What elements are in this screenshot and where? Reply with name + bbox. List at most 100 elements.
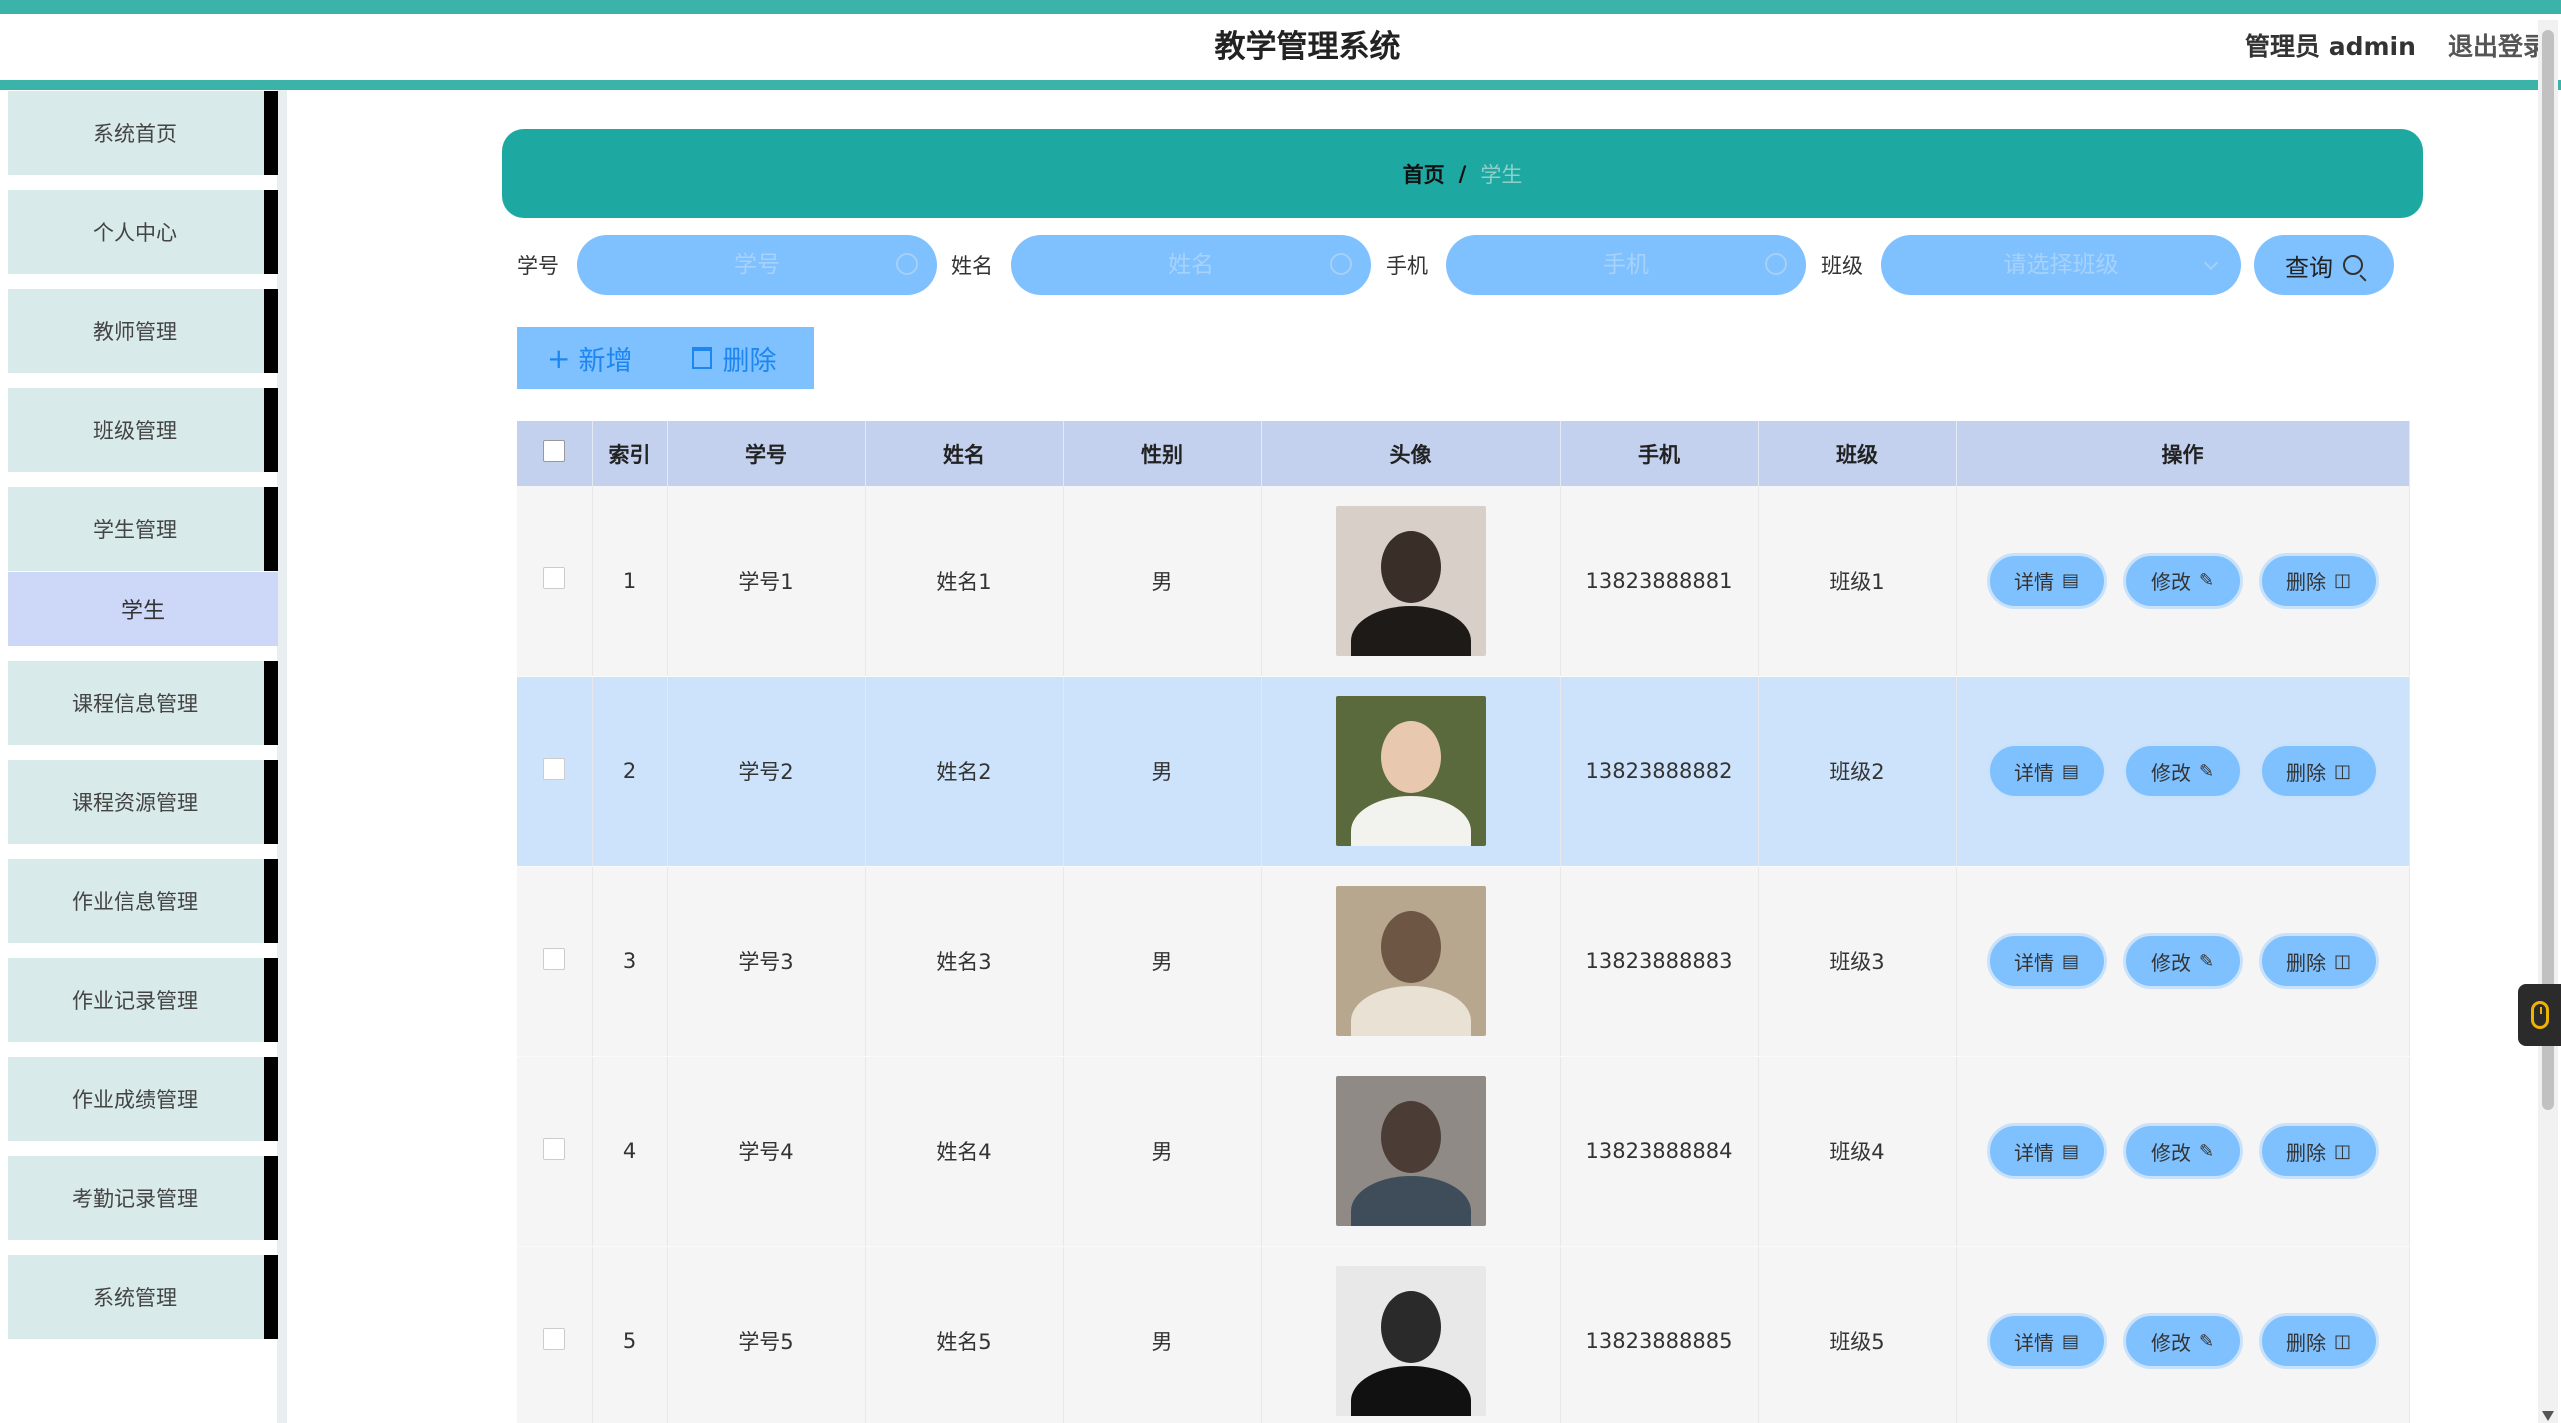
sidebar-item-label: 教师管理 <box>93 320 177 344</box>
cell-actions: 详情 ▤ 修改 ✎ 删除 ◫ <box>1956 866 2410 1057</box>
detail-button[interactable]: 详情 ▤ <box>1986 552 2107 609</box>
table-row[interactable]: 4 学号4 姓名4 男 13823888884 班级4 详情 ▤ 修改 ✎ 删除 ◫ <box>517 1056 2410 1247</box>
sidebar-item-label: 学生管理 <box>93 518 177 542</box>
column-header: 姓名 <box>865 421 1064 486</box>
avatar-body <box>1350 605 1471 656</box>
sidebar-item-course-resources[interactable]: 课程资源管理 <box>8 760 278 844</box>
admin-user-label: 管理员 admin <box>2245 32 2416 61</box>
page-scrollbar[interactable] <box>2538 20 2558 1423</box>
floating-widget[interactable] <box>2518 984 2561 1046</box>
scroll-down-arrow-icon[interactable] <box>2542 1411 2554 1421</box>
cell-index: 5 <box>592 1246 668 1423</box>
sidebar-item-teachers[interactable]: 教师管理 <box>8 289 278 373</box>
breadcrumb: 首页 / 学生 <box>502 129 2423 218</box>
sidebar-item-classes[interactable]: 班级管理 <box>8 388 278 472</box>
phone-input[interactable] <box>1446 235 1806 295</box>
column-header: 性别 <box>1063 421 1262 486</box>
sidebar-item-marker <box>264 190 278 274</box>
row-checkbox[interactable] <box>543 757 566 780</box>
scrollbar-thumb[interactable] <box>2542 30 2554 1110</box>
sidebar-item-marker <box>264 1156 278 1240</box>
cell-avatar <box>1261 866 1561 1057</box>
table-row[interactable]: 1 学号1 姓名1 男 13823888881 班级1 详情 ▤ 修改 ✎ 删除 ◫ <box>517 486 2410 677</box>
plus-icon: + <box>547 341 571 375</box>
sidebar-item-label: 作业成绩管理 <box>72 1088 198 1112</box>
table-row[interactable]: 3 学号3 姓名3 男 13823888883 班级3 详情 ▤ 修改 ✎ 删除 ◫ <box>517 866 2410 1057</box>
sidebar-item-home[interactable]: 系统首页 <box>8 91 278 175</box>
cell-phone: 13823888884 <box>1560 1056 1759 1247</box>
add-button[interactable]: + 新增 <box>547 339 632 378</box>
cell-avatar <box>1261 1246 1561 1423</box>
breadcrumb-separator: / <box>1458 161 1467 186</box>
cell-phone: 13823888881 <box>1560 486 1759 677</box>
trash-icon: ◫ <box>2333 1330 2351 1352</box>
name-input[interactable] <box>1011 235 1371 295</box>
row-checkbox[interactable] <box>543 1137 566 1160</box>
delete-button-label: 删除 <box>2285 1140 2326 1165</box>
name-label: 姓名 <box>951 254 993 278</box>
sidebar-item-homework-records[interactable]: 作业记录管理 <box>8 958 278 1042</box>
row-checkbox[interactable] <box>543 1327 566 1350</box>
delete-button[interactable]: 删除 ◫ <box>2258 1313 2379 1369</box>
breadcrumb-home[interactable]: 首页 <box>1403 159 1445 189</box>
row-checkbox[interactable] <box>543 947 566 970</box>
row-select-cell <box>517 1246 593 1423</box>
delete-button[interactable]: 删除 ◫ <box>2258 552 2379 609</box>
logout-link[interactable]: 退出登录 <box>2448 14 2548 80</box>
table-row[interactable]: 5 学号5 姓名5 男 13823888885 班级5 详情 ▤ 修改 ✎ 删除 ◫ <box>517 1246 2410 1423</box>
cell-index: 1 <box>592 486 668 677</box>
sidebar-item-marker <box>264 1057 278 1141</box>
sidebar-item-label: 系统管理 <box>93 1286 177 1310</box>
cell-class: 班级1 <box>1758 486 1957 677</box>
document-icon: ▤ <box>2061 1330 2079 1352</box>
detail-button[interactable]: 详情 ▤ <box>1986 743 2107 799</box>
cell-index: 2 <box>592 676 668 867</box>
sidebar-item-course-info[interactable]: 课程信息管理 <box>8 661 278 745</box>
sidebar-item-homework-info[interactable]: 作业信息管理 <box>8 859 278 943</box>
sidebar-item-attendance[interactable]: 考勤记录管理 <box>8 1156 278 1240</box>
detail-button-label: 详情 <box>2013 1140 2054 1165</box>
query-button[interactable]: 查询 <box>2254 235 2394 295</box>
document-icon: ▤ <box>2061 950 2079 972</box>
detail-button-label: 详情 <box>2013 760 2054 785</box>
cell-class: 班级4 <box>1758 1056 1957 1247</box>
cell-class: 班级5 <box>1758 1246 1957 1423</box>
delete-button[interactable]: 删除 ◫ <box>2258 1123 2379 1179</box>
detail-button[interactable]: 详情 ▤ <box>1986 1123 2107 1179</box>
document-icon: ▤ <box>2061 1140 2079 1162</box>
cell-name: 姓名1 <box>865 486 1064 677</box>
cell-actions: 详情 ▤ 修改 ✎ 删除 ◫ <box>1956 1056 2410 1247</box>
delete-button[interactable]: 删除 ◫ <box>2258 933 2379 989</box>
delete-button[interactable]: 删除 ◫ <box>2258 743 2379 799</box>
sidebar-item-system[interactable]: 系统管理 <box>8 1255 278 1339</box>
sidebar-subitem-student[interactable]: 学生 <box>8 572 278 646</box>
select-all-header <box>517 421 593 486</box>
edit-button[interactable]: 修改 ✎ <box>2122 1123 2243 1179</box>
edit-button[interactable]: 修改 ✎ <box>2122 933 2243 989</box>
column-header: 手机 <box>1560 421 1759 486</box>
delete-button-label: 删除 <box>2285 1330 2326 1355</box>
class-select[interactable] <box>1881 235 2241 295</box>
edit-button[interactable]: 修改 ✎ <box>2122 552 2243 609</box>
sidebar-item-label: 作业信息管理 <box>72 890 198 914</box>
header-top-strip <box>0 0 2561 14</box>
table-row[interactable]: 2 学号2 姓名2 男 13823888882 班级2 详情 ▤ 修改 ✎ 删除 ◫ <box>517 676 2410 867</box>
sidebar-item-homework-grades[interactable]: 作业成绩管理 <box>8 1057 278 1141</box>
sidebar-item-profile[interactable]: 个人中心 <box>8 190 278 274</box>
detail-button-label: 详情 <box>2013 1330 2054 1355</box>
row-checkbox[interactable] <box>543 567 566 590</box>
sidebar-item-students[interactable]: 学生管理 <box>8 487 278 571</box>
query-button-label: 查询 <box>2285 253 2333 282</box>
detail-button[interactable]: 详情 ▤ <box>1986 1313 2107 1369</box>
cell-actions: 详情 ▤ 修改 ✎ 删除 ◫ <box>1956 676 2410 867</box>
detail-button[interactable]: 详情 ▤ <box>1986 933 2107 989</box>
batch-delete-button[interactable]: 删除 <box>692 339 776 378</box>
cell-class: 班级2 <box>1758 676 1957 867</box>
avatar-body <box>1350 796 1471 846</box>
edit-button[interactable]: 修改 ✎ <box>2122 743 2243 799</box>
search-icon <box>2343 255 2363 275</box>
clear-circle-icon <box>896 253 918 275</box>
student-no-input[interactable] <box>577 235 937 295</box>
edit-button[interactable]: 修改 ✎ <box>2122 1313 2243 1369</box>
select-all-checkbox[interactable] <box>543 440 566 462</box>
